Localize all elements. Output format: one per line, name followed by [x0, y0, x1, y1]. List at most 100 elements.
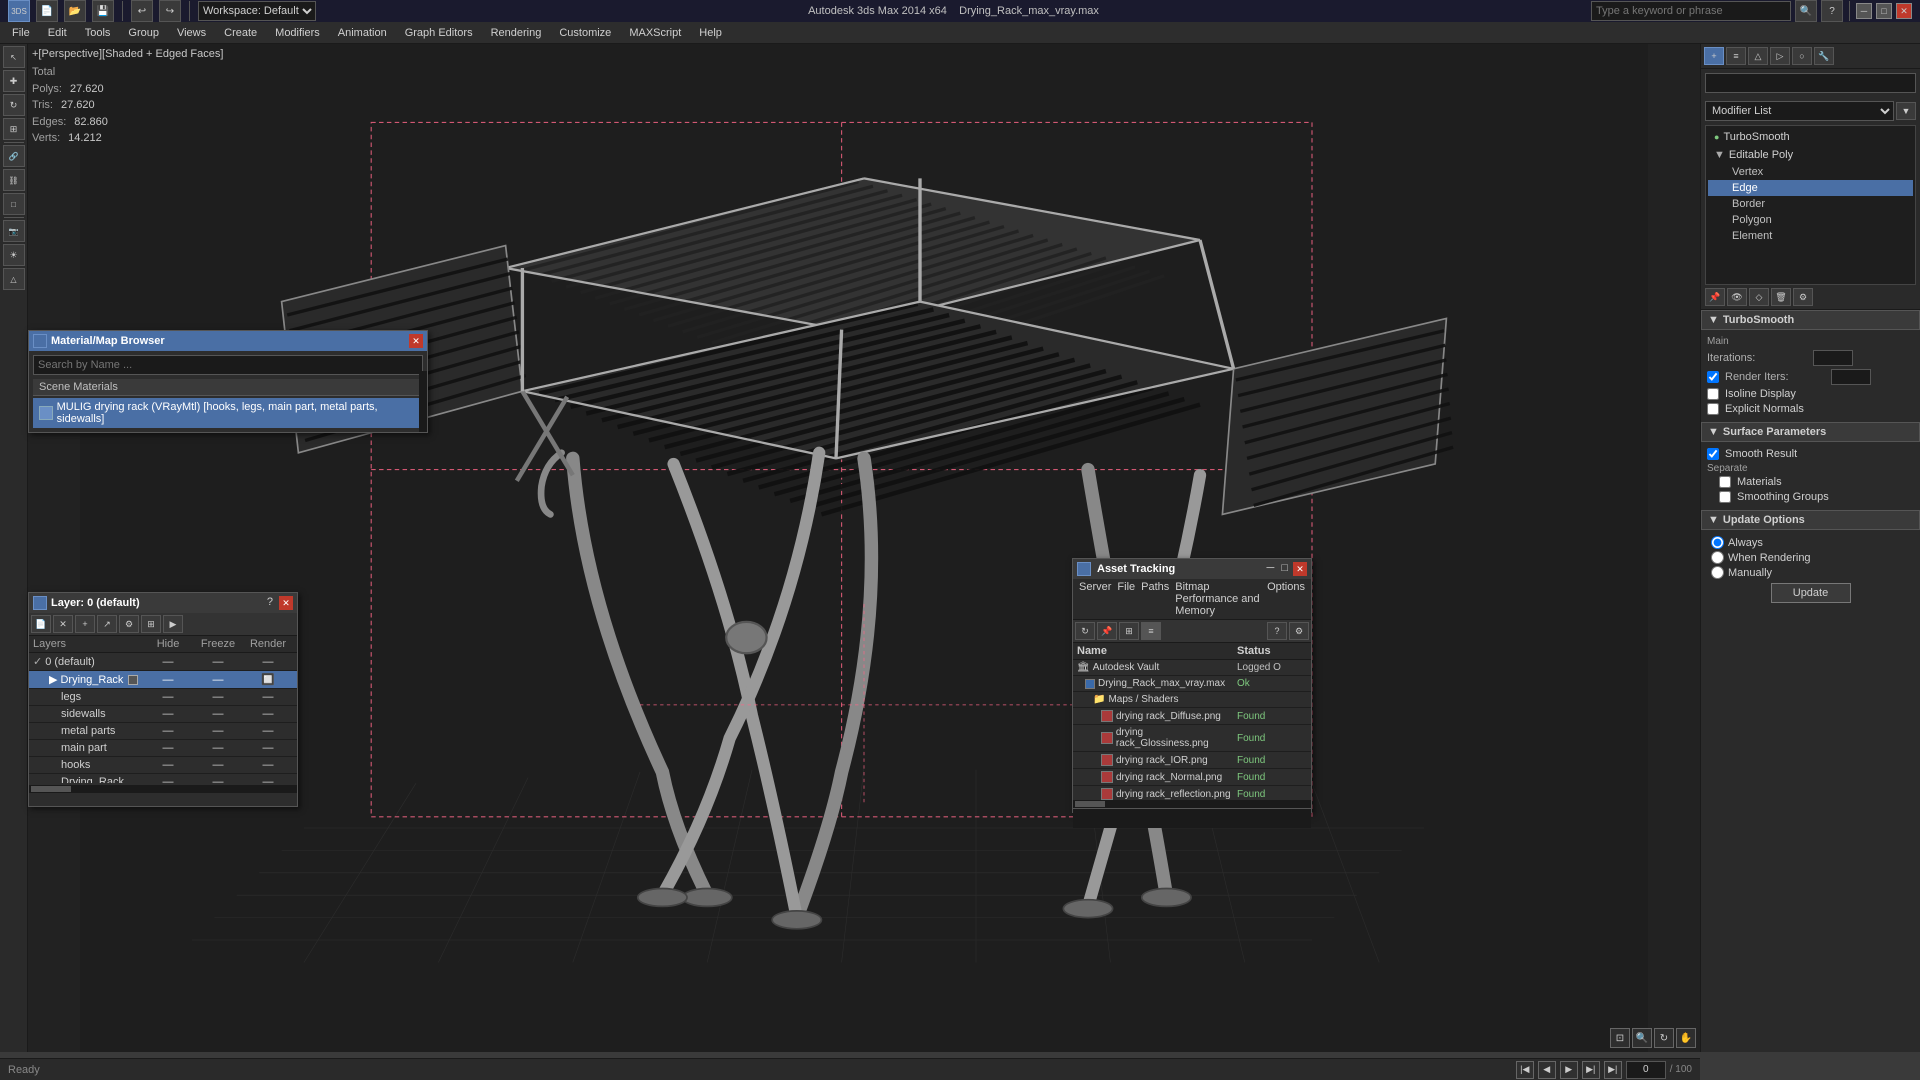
maximize-btn[interactable]: □	[1876, 3, 1892, 19]
material-panel-close[interactable]: ✕	[409, 334, 423, 348]
menu-customize[interactable]: Customize	[551, 25, 619, 41]
zoom-btn[interactable]: 🔍	[1632, 1028, 1652, 1048]
asset-paths-menu[interactable]: Paths	[1139, 581, 1171, 617]
make-unique-btn[interactable]: ◇	[1749, 288, 1769, 306]
modifier-vertex[interactable]: Vertex	[1708, 164, 1913, 180]
asset-panel-titlebar[interactable]: Asset Tracking ─ □ ✕	[1073, 559, 1311, 579]
asset-minimize-btn[interactable]: ─	[1265, 562, 1277, 576]
layers-panel-titlebar[interactable]: Layer: 0 (default) ? ✕	[29, 593, 297, 613]
layer-sidewalls-row[interactable]: sidewalls — — —	[29, 706, 297, 723]
timeline-next-btn[interactable]: ▶|	[1582, 1061, 1600, 1079]
menu-file[interactable]: File	[4, 25, 38, 41]
modifier-list-dropdown[interactable]: Modifier List	[1705, 101, 1894, 121]
hierarchy-tab[interactable]: △	[1748, 47, 1768, 65]
light-tool[interactable]: ☀	[3, 244, 25, 266]
create-tab[interactable]: +	[1704, 47, 1724, 65]
asset-refresh-btn[interactable]: ↻	[1075, 622, 1095, 640]
layers-panel-close[interactable]: ✕	[279, 596, 293, 610]
frame-input[interactable]	[1626, 1061, 1666, 1079]
asset-file-row[interactable]: Drying_Rack_max_vray.max Ok	[1073, 676, 1311, 692]
asset-diffuse-row[interactable]: drying rack_Diffuse.png Found	[1073, 708, 1311, 725]
when-rendering-radio[interactable]	[1711, 551, 1724, 564]
object-name-input[interactable]: main part	[1705, 73, 1916, 93]
asset-maps-row[interactable]: 📁 Maps / Shaders	[1073, 692, 1311, 708]
unlink-tool[interactable]: ⛓	[3, 169, 25, 191]
iterations-input[interactable]: 0	[1813, 350, 1853, 366]
config-btn[interactable]: ⚙	[1793, 288, 1813, 306]
layer-merge-btn[interactable]: ⊞	[141, 615, 161, 633]
layer-0-row[interactable]: ✓ 0 (default) — — —	[29, 653, 297, 671]
material-scrollbar[interactable]	[419, 371, 427, 432]
asset-help-btn[interactable]: ?	[1267, 622, 1287, 640]
layer-expand-btn[interactable]: ▶	[163, 615, 183, 633]
modifier-edge[interactable]: Edge	[1708, 180, 1913, 196]
redo-btn[interactable]: ↪	[159, 0, 181, 22]
help-btn[interactable]: ?	[1821, 0, 1843, 22]
asset-glossiness-row[interactable]: drying rack_Glossiness.png Found	[1073, 725, 1311, 752]
timeline-end-btn[interactable]: ▶|	[1604, 1061, 1622, 1079]
menu-rendering[interactable]: Rendering	[483, 25, 550, 41]
modifier-polygon[interactable]: Polygon	[1708, 212, 1913, 228]
layer-main-part-row[interactable]: main part — — —	[29, 740, 297, 757]
app-icon[interactable]: 3DS	[8, 0, 30, 22]
menu-views[interactable]: Views	[169, 25, 214, 41]
material-search-input[interactable]	[33, 355, 423, 375]
timeline-play-btn[interactable]: ▶	[1560, 1061, 1578, 1079]
search-input[interactable]	[1591, 1, 1791, 21]
scale-tool[interactable]: ⊞	[3, 118, 25, 140]
asset-scroll-h[interactable]	[1073, 800, 1311, 808]
update-button[interactable]: Update	[1771, 583, 1851, 603]
always-radio[interactable]	[1711, 536, 1724, 549]
asset-path-input[interactable]	[1077, 811, 1307, 827]
menu-create[interactable]: Create	[216, 25, 265, 41]
bind-tool[interactable]: □	[3, 193, 25, 215]
show-result-btn[interactable]: 👁	[1727, 288, 1747, 306]
asset-view-btn[interactable]: ⊞	[1119, 622, 1139, 640]
viewport[interactable]: +[Perspective][Shaded + Edged Faces] Tot…	[28, 44, 1700, 1052]
asset-ior-row[interactable]: drying rack_IOR.png Found	[1073, 752, 1311, 769]
menu-animation[interactable]: Animation	[330, 25, 395, 41]
modifier-border[interactable]: Border	[1708, 196, 1913, 212]
turbosmooth-header[interactable]: ▼ TurboSmooth	[1701, 310, 1920, 330]
asset-panel-close[interactable]: ✕	[1293, 562, 1307, 576]
timeline-start-btn[interactable]: |◀	[1516, 1061, 1534, 1079]
timeline-prev-btn[interactable]: ◀	[1538, 1061, 1556, 1079]
asset-server-menu[interactable]: Server	[1077, 581, 1113, 617]
asset-normal-row[interactable]: drying rack_Normal.png Found	[1073, 769, 1311, 786]
add-to-layer-btn[interactable]: +	[75, 615, 95, 633]
smoothing-groups-checkbox[interactable]	[1719, 491, 1731, 503]
modifier-element[interactable]: Element	[1708, 228, 1913, 244]
orbit-btn[interactable]: ↻	[1654, 1028, 1674, 1048]
asset-track-btn[interactable]: 📌	[1097, 622, 1117, 640]
asset-maximize-btn[interactable]: □	[1279, 562, 1290, 576]
menu-group[interactable]: Group	[120, 25, 167, 41]
modifier-turbosmooth[interactable]: ● TurboSmooth	[1708, 128, 1913, 146]
menu-help[interactable]: Help	[691, 25, 730, 41]
menu-maxscript[interactable]: MAXScript	[621, 25, 689, 41]
close-btn[interactable]: ✕	[1896, 3, 1912, 19]
move-tool[interactable]: ✚	[3, 70, 25, 92]
zoom-extents-btn[interactable]: ⊡	[1610, 1028, 1630, 1048]
pin-stack-btn[interactable]: 📌	[1705, 288, 1725, 306]
menu-graph-editors[interactable]: Graph Editors	[397, 25, 481, 41]
minimize-btn[interactable]: ─	[1856, 3, 1872, 19]
layer-metal-parts-row[interactable]: metal parts — — —	[29, 723, 297, 740]
search-icon[interactable]: 🔍	[1795, 0, 1817, 22]
open-btn[interactable]: 📂	[64, 0, 86, 22]
geo-tool[interactable]: △	[3, 268, 25, 290]
layer-drying-rack-row[interactable]: ▶ Drying_Rack — — 🔲	[29, 671, 297, 689]
select-tool[interactable]: ↖	[3, 46, 25, 68]
material-panel-titlebar[interactable]: Material/Map Browser ✕	[29, 331, 427, 351]
render-iters-checkbox[interactable]	[1707, 371, 1719, 383]
manually-radio[interactable]	[1711, 566, 1724, 579]
menu-edit[interactable]: Edit	[40, 25, 75, 41]
undo-btn[interactable]: ↩	[131, 0, 153, 22]
utilities-tab[interactable]: 🔧	[1814, 47, 1834, 65]
delete-layer-btn[interactable]: ✕	[53, 615, 73, 633]
asset-vault-row[interactable]: 🏛 Autodesk Vault Logged O	[1073, 660, 1311, 676]
layer-legs-row[interactable]: legs — — —	[29, 689, 297, 706]
workspace-select[interactable]: Workspace: Default	[198, 1, 316, 21]
link-tool[interactable]: 🔗	[3, 145, 25, 167]
asset-list-btn[interactable]: ≡	[1141, 622, 1161, 640]
camera-tool[interactable]: 📷	[3, 220, 25, 242]
